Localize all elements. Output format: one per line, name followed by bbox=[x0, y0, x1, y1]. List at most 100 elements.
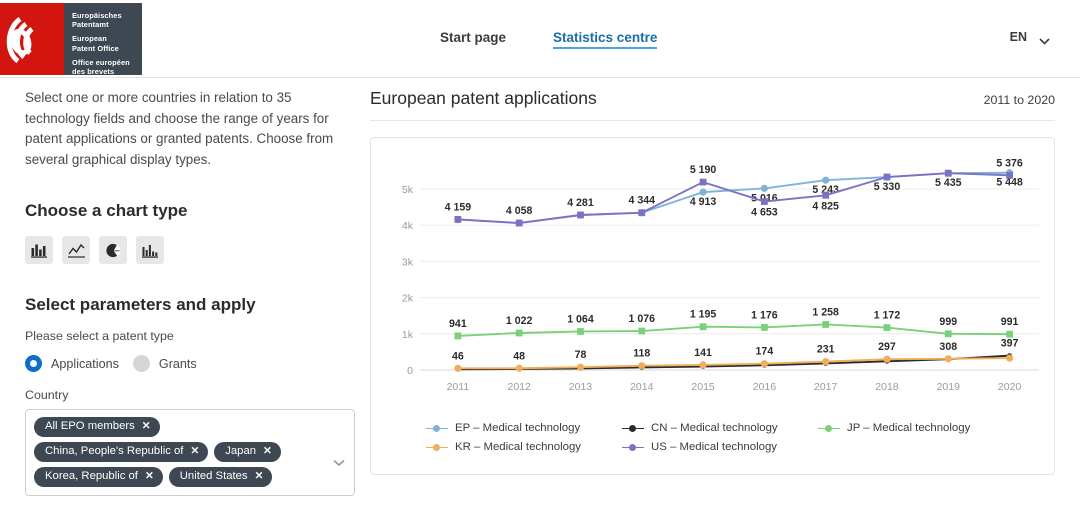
svg-text:2014: 2014 bbox=[630, 381, 654, 393]
country-chip-label: Japan bbox=[225, 445, 257, 457]
line-chart-plot[interactable]: 0 1k 2k 3k 4k 5k 2011 2012 2013 2014 2015 2016 2017 2… bbox=[371, 138, 1054, 418]
logo-line-de-1: Europäisches bbox=[72, 11, 122, 20]
chart-type-heading: Choose a chart type bbox=[25, 201, 188, 220]
chart-header: European patent applications 2011 to 202… bbox=[370, 88, 1055, 121]
column-chart-icon bbox=[142, 243, 158, 258]
radio-applications-indicator bbox=[25, 355, 42, 372]
chart-type-pie-button[interactable] bbox=[99, 236, 127, 264]
chevron-down-icon[interactable] bbox=[333, 454, 345, 472]
logo-line-en-1: European bbox=[72, 34, 107, 44]
intro-text: Select one or more countries in relation… bbox=[25, 90, 334, 167]
svg-text:2k: 2k bbox=[402, 293, 414, 305]
svg-text:5 376: 5 376 bbox=[996, 157, 1023, 169]
country-chip[interactable]: All EPO members ✕ bbox=[34, 417, 160, 437]
svg-text:78: 78 bbox=[575, 349, 587, 361]
chevron-down-icon bbox=[1039, 34, 1050, 45]
patent-type-label: Please select a patent type bbox=[25, 329, 174, 343]
svg-text:297: 297 bbox=[878, 341, 896, 353]
country-chip[interactable]: Japan ✕ bbox=[214, 442, 281, 462]
svg-text:1 064: 1 064 bbox=[567, 313, 594, 325]
svg-text:2011: 2011 bbox=[447, 381, 470, 393]
svg-text:397: 397 bbox=[1001, 338, 1019, 350]
legend-item[interactable]: JP – Medical technology bbox=[818, 422, 1014, 434]
legend-item-label: US – Medical technology bbox=[651, 441, 777, 453]
remove-chip-icon[interactable]: ✕ bbox=[142, 420, 151, 433]
country-chip-label: All EPO members bbox=[45, 420, 135, 432]
svg-text:2016: 2016 bbox=[753, 381, 777, 393]
svg-text:4 281: 4 281 bbox=[567, 197, 594, 209]
logo-line-fr-2: des brevets bbox=[72, 67, 115, 77]
svg-text:4 825: 4 825 bbox=[812, 200, 839, 212]
svg-text:2020: 2020 bbox=[998, 381, 1022, 393]
pie-chart-icon bbox=[105, 243, 121, 258]
legend-marker-icon bbox=[426, 442, 448, 452]
svg-text:999: 999 bbox=[939, 316, 957, 328]
svg-text:2019: 2019 bbox=[937, 381, 961, 393]
country-chip[interactable]: Korea, Republic of ✕ bbox=[34, 467, 163, 487]
nav-item-start-page[interactable]: Start page bbox=[440, 30, 506, 45]
svg-text:2012: 2012 bbox=[507, 381, 531, 393]
svg-text:1 195: 1 195 bbox=[690, 309, 717, 321]
legend-item[interactable]: CN – Medical technology bbox=[622, 422, 818, 434]
nav-item-statistics-centre[interactable]: Statistics centre bbox=[553, 30, 658, 49]
patent-type-radio-group: Applications Grants bbox=[25, 355, 355, 372]
page-title: European patent applications bbox=[370, 88, 597, 108]
country-chip[interactable]: United States ✕ bbox=[168, 467, 273, 487]
remove-chip-icon[interactable]: ✕ bbox=[145, 470, 154, 483]
legend-item[interactable]: EP – Medical technology bbox=[426, 422, 622, 434]
svg-text:0: 0 bbox=[407, 365, 413, 377]
svg-text:4 344: 4 344 bbox=[629, 195, 656, 207]
radio-grants[interactable]: Grants bbox=[132, 355, 197, 372]
legend-item-label: JP – Medical technology bbox=[847, 422, 971, 434]
legend-item-label: EP – Medical technology bbox=[455, 422, 581, 434]
svg-text:1k: 1k bbox=[402, 329, 414, 341]
country-chip[interactable]: China, People's Republic of ✕ bbox=[34, 442, 209, 462]
svg-text:941: 941 bbox=[449, 318, 467, 330]
remove-chip-icon[interactable]: ✕ bbox=[255, 470, 264, 483]
radio-grants-label: Grants bbox=[158, 356, 197, 371]
main-navigation: Start page Statistics centre bbox=[440, 30, 658, 49]
svg-text:3k: 3k bbox=[402, 256, 414, 268]
language-selector[interactable]: EN bbox=[1009, 30, 1050, 45]
svg-text:991: 991 bbox=[1001, 316, 1019, 328]
svg-text:2013: 2013 bbox=[569, 381, 593, 393]
legend-marker-icon bbox=[426, 423, 448, 433]
remove-chip-icon[interactable]: ✕ bbox=[263, 445, 272, 458]
country-chip-label: Korea, Republic of bbox=[45, 470, 138, 482]
language-label: EN bbox=[1009, 30, 1027, 44]
epo-logo[interactable]: Europäisches Patentamt European Patent O… bbox=[0, 3, 142, 77]
logo-line-fr-1: Office européen bbox=[72, 57, 130, 67]
remove-chip-icon[interactable]: ✕ bbox=[190, 445, 199, 458]
legend-item-label: KR – Medical technology bbox=[455, 441, 581, 453]
svg-text:2018: 2018 bbox=[875, 381, 899, 393]
svg-text:1 172: 1 172 bbox=[874, 310, 901, 322]
svg-text:118: 118 bbox=[633, 348, 650, 360]
radio-applications[interactable]: Applications bbox=[25, 355, 119, 372]
svg-text:46: 46 bbox=[452, 350, 464, 362]
svg-text:308: 308 bbox=[939, 341, 957, 353]
svg-text:2015: 2015 bbox=[691, 381, 715, 393]
svg-text:1 022: 1 022 bbox=[506, 315, 533, 327]
country-multiselect[interactable]: All EPO members ✕ China, People's Republ… bbox=[25, 409, 355, 496]
bar-chart-icon bbox=[31, 243, 47, 258]
chart-type-bar-button[interactable] bbox=[25, 236, 53, 264]
country-chip-list: All EPO members ✕ China, People's Republ… bbox=[34, 417, 346, 487]
svg-text:1 176: 1 176 bbox=[751, 309, 778, 321]
svg-text:4k: 4k bbox=[402, 220, 414, 232]
chart-legend: EP – Medical technology CN – Medical tech… bbox=[371, 422, 1054, 460]
svg-text:174: 174 bbox=[756, 346, 774, 358]
chart-type-line-button[interactable] bbox=[62, 236, 90, 264]
parameters-heading: Select parameters and apply bbox=[25, 295, 256, 314]
legend-item[interactable]: KR – Medical technology bbox=[426, 441, 622, 453]
logo-line-de-2: Patentamt bbox=[72, 20, 109, 30]
chart-type-column-button[interactable] bbox=[136, 236, 164, 264]
chart-type-selector bbox=[25, 236, 355, 264]
radio-applications-label: Applications bbox=[51, 356, 119, 371]
svg-text:141: 141 bbox=[694, 347, 712, 359]
legend-item[interactable]: US – Medical technology bbox=[622, 441, 818, 453]
svg-text:5 435: 5 435 bbox=[935, 177, 962, 189]
epo-logo-text: Europäisches Patentamt European Patent O… bbox=[64, 3, 142, 77]
svg-text:5 190: 5 190 bbox=[690, 164, 717, 176]
svg-text:4 058: 4 058 bbox=[506, 205, 533, 217]
svg-text:4 913: 4 913 bbox=[690, 196, 717, 208]
